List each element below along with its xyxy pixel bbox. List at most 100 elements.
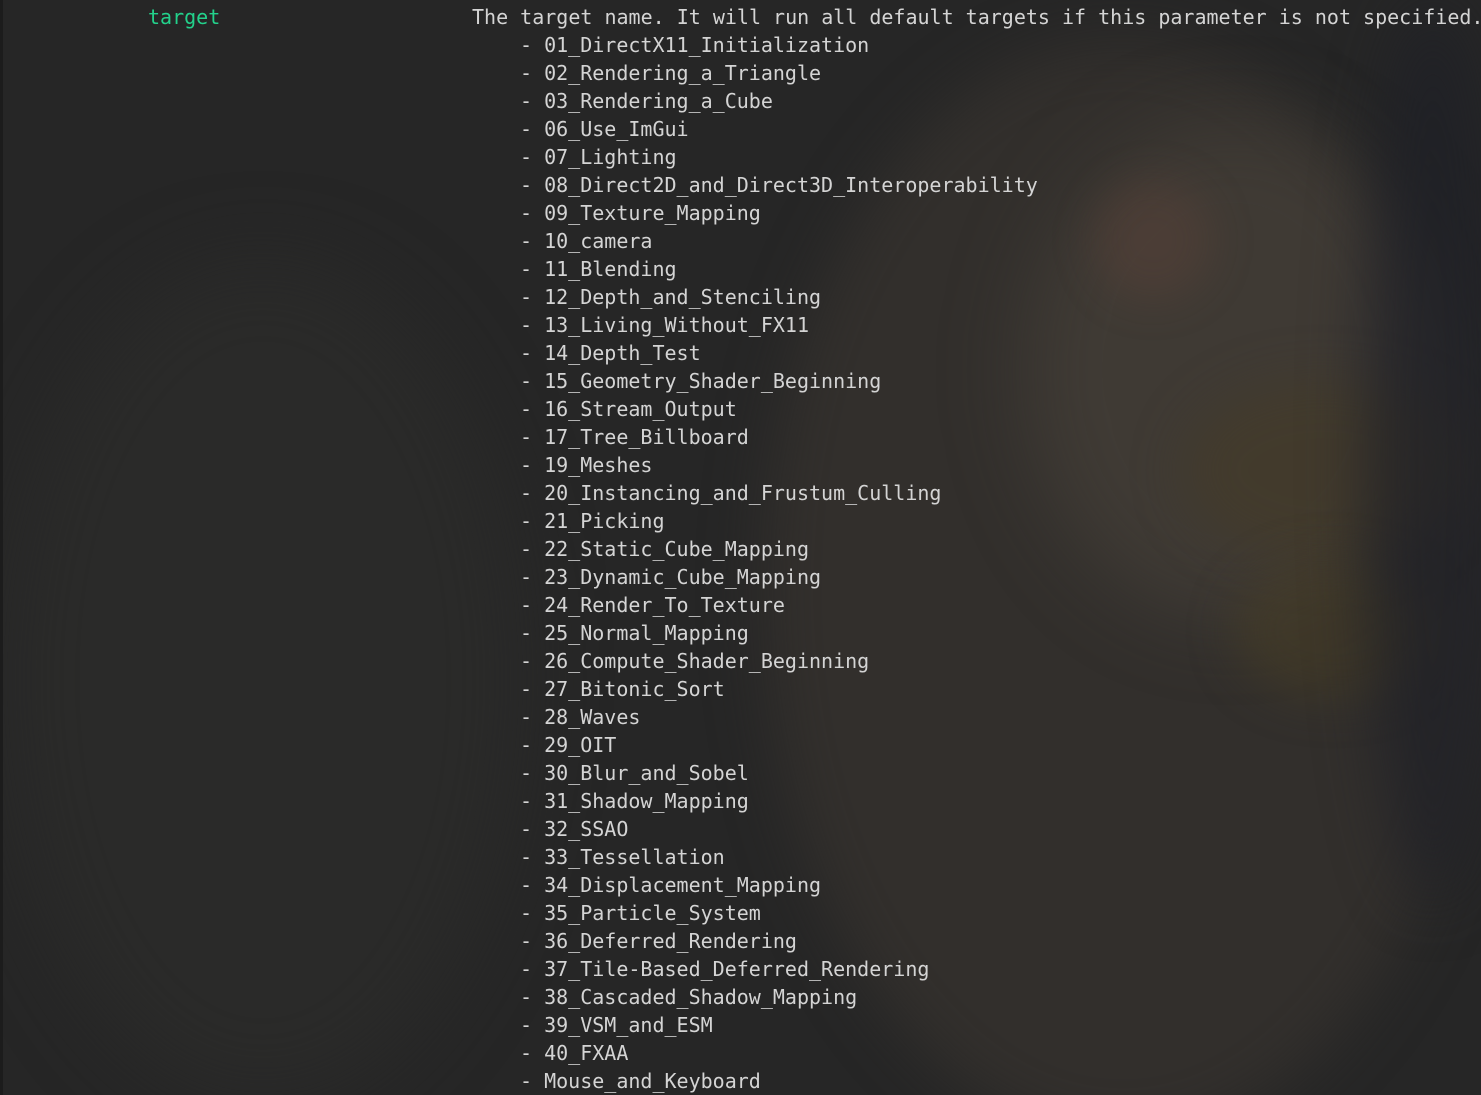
target-list-item: - 39_VSM_and_ESM xyxy=(520,1011,1038,1039)
target-name: 21_Picking xyxy=(544,509,665,533)
target-list-item: - 38_Cascaded_Shadow_Mapping xyxy=(520,983,1038,1011)
target-list-item: - 11_Blending xyxy=(520,255,1038,283)
target-name: 28_Waves xyxy=(544,705,641,729)
list-bullet: - xyxy=(520,845,545,869)
target-list-item: - Mouse_and_Keyboard xyxy=(520,1067,1038,1095)
list-bullet: - xyxy=(520,929,545,953)
parameter-description: The target name. It will run all default… xyxy=(472,5,1481,29)
target-list-item: - 06_Use_ImGui xyxy=(520,115,1038,143)
target-name: 29_OIT xyxy=(544,733,617,757)
list-bullet: - xyxy=(520,313,545,337)
list-bullet: - xyxy=(520,285,545,309)
target-list-item: - 34_Displacement_Mapping xyxy=(520,871,1038,899)
target-list-item: - 22_Static_Cube_Mapping xyxy=(520,535,1038,563)
target-name: 24_Render_To_Texture xyxy=(544,593,785,617)
list-bullet: - xyxy=(520,1013,545,1037)
target-list-item: - 01_DirectX11_Initialization xyxy=(520,31,1038,59)
target-name: 33_Tessellation xyxy=(544,845,725,869)
target-name: 10_camera xyxy=(544,229,653,253)
target-name: 07_Lighting xyxy=(544,145,677,169)
target-name: 09_Texture_Mapping xyxy=(544,201,761,225)
list-bullet: - xyxy=(520,481,545,505)
target-list-item: - 31_Shadow_Mapping xyxy=(520,787,1038,815)
target-name: 34_Displacement_Mapping xyxy=(544,873,822,897)
list-bullet: - xyxy=(520,901,545,925)
target-name: 02_Rendering_a_Triangle xyxy=(544,61,822,85)
target-list-item: - 02_Rendering_a_Triangle xyxy=(520,59,1038,87)
target-list-item: - 13_Living_Without_FX11 xyxy=(520,311,1038,339)
target-name: Mouse_and_Keyboard xyxy=(544,1069,761,1093)
target-name: 23_Dynamic_Cube_Mapping xyxy=(544,565,822,589)
list-bullet: - xyxy=(520,117,545,141)
target-list-item: - 10_camera xyxy=(520,227,1038,255)
target-name: 36_Deferred_Rendering xyxy=(544,929,797,953)
target-list-item: - 28_Waves xyxy=(520,703,1038,731)
target-name: 15_Geometry_Shader_Beginning xyxy=(544,369,882,393)
list-bullet: - xyxy=(520,705,545,729)
list-bullet: - xyxy=(520,761,545,785)
list-bullet: - xyxy=(520,341,545,365)
list-bullet: - xyxy=(520,453,545,477)
target-list-item: - 17_Tree_Billboard xyxy=(520,423,1038,451)
target-name: 19_Meshes xyxy=(544,453,653,477)
target-name: 16_Stream_Output xyxy=(544,397,737,421)
list-bullet: - xyxy=(520,789,545,813)
target-name: 32_SSAO xyxy=(544,817,629,841)
target-list-item: - 16_Stream_Output xyxy=(520,395,1038,423)
list-bullet: - xyxy=(520,509,545,533)
target-name: 31_Shadow_Mapping xyxy=(544,789,749,813)
list-bullet: - xyxy=(520,649,545,673)
list-bullet: - xyxy=(520,1069,545,1093)
target-list-item: - 36_Deferred_Rendering xyxy=(520,927,1038,955)
list-bullet: - xyxy=(520,145,545,169)
list-bullet: - xyxy=(520,957,545,981)
list-bullet: - xyxy=(520,33,545,57)
terminal-window[interactable]: target The target name. It will run all … xyxy=(0,0,1481,1095)
list-bullet: - xyxy=(520,733,545,757)
target-name: 08_Direct2D_and_Direct3D_Interoperabilit… xyxy=(544,173,1038,197)
list-bullet: - xyxy=(520,173,545,197)
list-bullet: - xyxy=(520,369,545,393)
target-list-item: - 32_SSAO xyxy=(520,815,1038,843)
target-list-item: - 08_Direct2D_and_Direct3D_Interoperabil… xyxy=(520,171,1038,199)
list-bullet: - xyxy=(520,985,545,1009)
target-list-item: - 14_Depth_Test xyxy=(520,339,1038,367)
list-bullet: - xyxy=(520,817,545,841)
list-bullet: - xyxy=(520,61,545,85)
target-name: 26_Compute_Shader_Beginning xyxy=(544,649,870,673)
target-list-item: - 26_Compute_Shader_Beginning xyxy=(520,647,1038,675)
target-list-item: - 19_Meshes xyxy=(520,451,1038,479)
target-name: 11_Blending xyxy=(544,257,677,281)
parameter-name: target xyxy=(148,5,221,29)
target-list-item: - 12_Depth_and_Stenciling xyxy=(520,283,1038,311)
target-name: 01_DirectX11_Initialization xyxy=(544,33,870,57)
list-bullet: - xyxy=(520,873,545,897)
list-bullet: - xyxy=(520,257,545,281)
target-list-item: - 24_Render_To_Texture xyxy=(520,591,1038,619)
target-name: 22_Static_Cube_Mapping xyxy=(544,537,809,561)
target-list-item: - 27_Bitonic_Sort xyxy=(520,675,1038,703)
target-name: 06_Use_ImGui xyxy=(544,117,689,141)
target-list-item: - 07_Lighting xyxy=(520,143,1038,171)
list-bullet: - xyxy=(520,621,545,645)
target-list: - 01_DirectX11_Initialization - 02_Render… xyxy=(520,31,1038,1095)
target-list-item: - 30_Blur_and_Sobel xyxy=(520,759,1038,787)
target-name: 17_Tree_Billboard xyxy=(544,425,749,449)
list-bullet: - xyxy=(520,1041,545,1065)
target-list-item: - 09_Texture_Mapping xyxy=(520,199,1038,227)
target-name: 37_Tile-Based_Deferred_Rendering xyxy=(544,957,930,981)
target-name: 30_Blur_and_Sobel xyxy=(544,761,749,785)
list-bullet: - xyxy=(520,593,545,617)
target-list-item: - 21_Picking xyxy=(520,507,1038,535)
target-list-item: - 03_Rendering_a_Cube xyxy=(520,87,1038,115)
target-name: 39_VSM_and_ESM xyxy=(544,1013,713,1037)
list-bullet: - xyxy=(520,89,545,113)
list-bullet: - xyxy=(520,677,545,701)
target-list-item: - 15_Geometry_Shader_Beginning xyxy=(520,367,1038,395)
target-list-item: - 20_Instancing_and_Frustum_Culling xyxy=(520,479,1038,507)
list-bullet: - xyxy=(520,229,545,253)
target-name: 14_Depth_Test xyxy=(544,341,701,365)
list-bullet: - xyxy=(520,201,545,225)
target-name: 12_Depth_and_Stenciling xyxy=(544,285,822,309)
target-list-item: - 25_Normal_Mapping xyxy=(520,619,1038,647)
